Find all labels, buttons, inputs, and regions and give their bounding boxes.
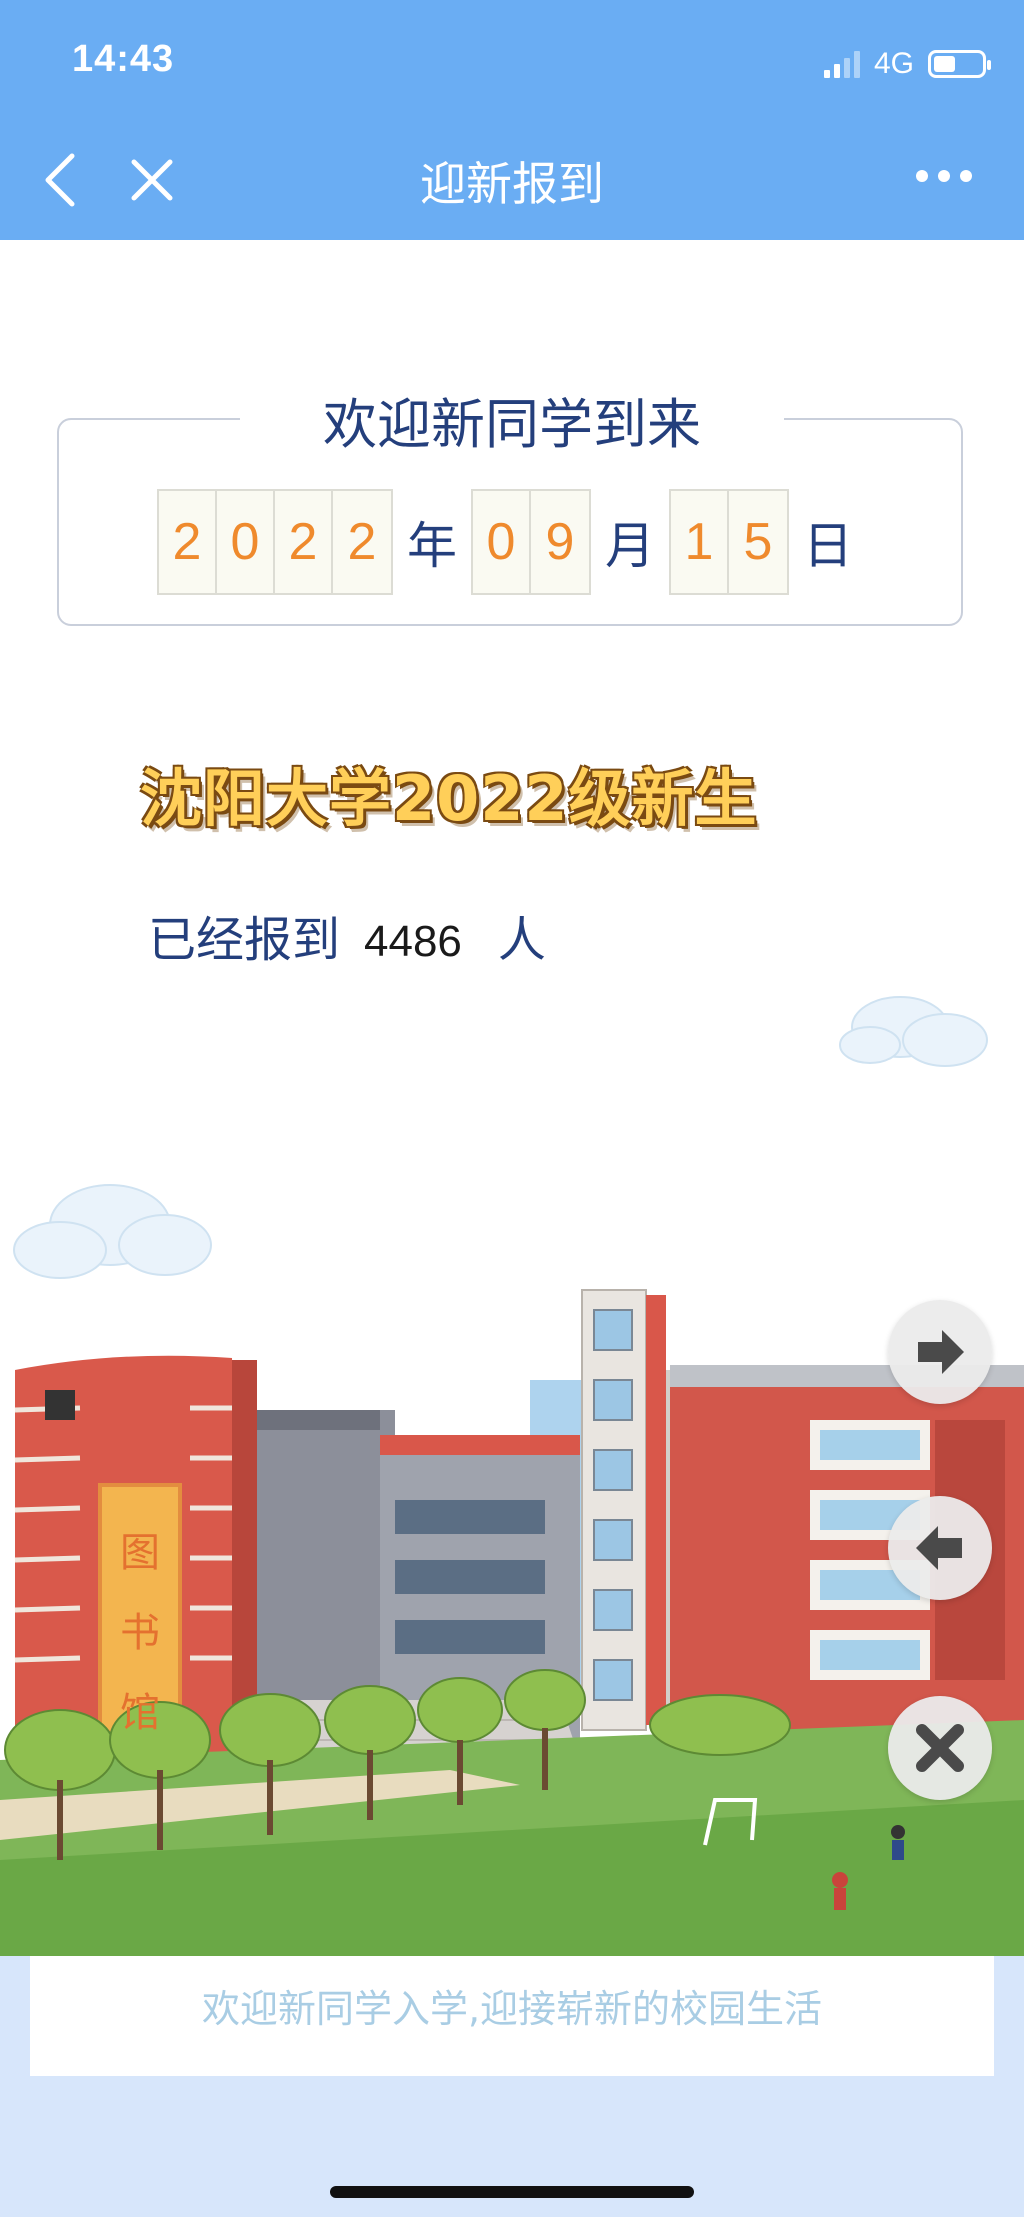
year-digits: 2 0 2 2 xyxy=(157,489,393,595)
library-sign-char: 书 xyxy=(120,1610,160,1656)
welcome-title: 欢迎新同学到来 xyxy=(323,393,701,456)
arrow-left-icon xyxy=(916,1526,962,1570)
library-sign-char: 图 xyxy=(120,1530,160,1576)
month-digit: 0 xyxy=(473,491,531,593)
registered-number: 4486 xyxy=(364,917,462,966)
network-type: 4G xyxy=(873,47,914,80)
year-digit: 2 xyxy=(275,491,333,593)
day-digits: 1 5 xyxy=(669,489,789,595)
next-button[interactable] xyxy=(888,1300,992,1404)
close-x-icon xyxy=(916,1724,964,1772)
previous-button[interactable] xyxy=(888,1496,992,1600)
day-digit: 5 xyxy=(729,491,787,593)
year-digit: 2 xyxy=(333,491,391,593)
library-sign: 图 书 馆 xyxy=(108,1520,172,1738)
registered-unit: 人 xyxy=(497,912,546,968)
home-indicator[interactable] xyxy=(330,2186,694,2198)
month-digit: 9 xyxy=(531,491,589,593)
library-sign-char: 馆 xyxy=(120,1690,160,1736)
more-menu-icon[interactable] xyxy=(916,170,972,182)
registered-count: 已经报到 4486 人 xyxy=(148,900,546,970)
battery-icon xyxy=(928,50,991,78)
page-title: 迎新报到 xyxy=(420,157,604,211)
cloud-icon xyxy=(13,1184,212,1279)
headline: 沈阳大学2022级新生 xyxy=(140,762,758,835)
month-digits: 0 9 xyxy=(471,489,591,595)
cloud-icon xyxy=(839,996,988,1067)
year-unit: 年 xyxy=(407,517,457,575)
year-digit: 0 xyxy=(217,491,275,593)
dismiss-button[interactable] xyxy=(888,1696,992,1800)
top-bar: 14:43 4G 迎新报到 xyxy=(0,0,1024,240)
year-digit: 2 xyxy=(159,491,217,593)
campus-illustration xyxy=(0,996,1024,1960)
month-unit: 月 xyxy=(605,517,655,575)
registered-label: 已经报到 xyxy=(148,912,341,968)
signal-icon xyxy=(823,50,860,78)
caption-text: 欢迎新同学入学,迎接崭新的校园生活 xyxy=(201,1987,823,2031)
date-display: 2 0 2 2 年 0 9 月 1 5 日 xyxy=(0,489,1024,595)
day-digit: 1 xyxy=(671,491,729,593)
page: 14:43 4G 迎新报到 欢迎新同学到来 2 0 2 2 年 0 9 月 1 … xyxy=(0,0,1024,2217)
arrow-right-icon xyxy=(918,1330,964,1374)
status-icons: 4G xyxy=(823,44,991,84)
status-time: 14:43 xyxy=(72,38,175,80)
day-unit: 日 xyxy=(803,517,853,575)
